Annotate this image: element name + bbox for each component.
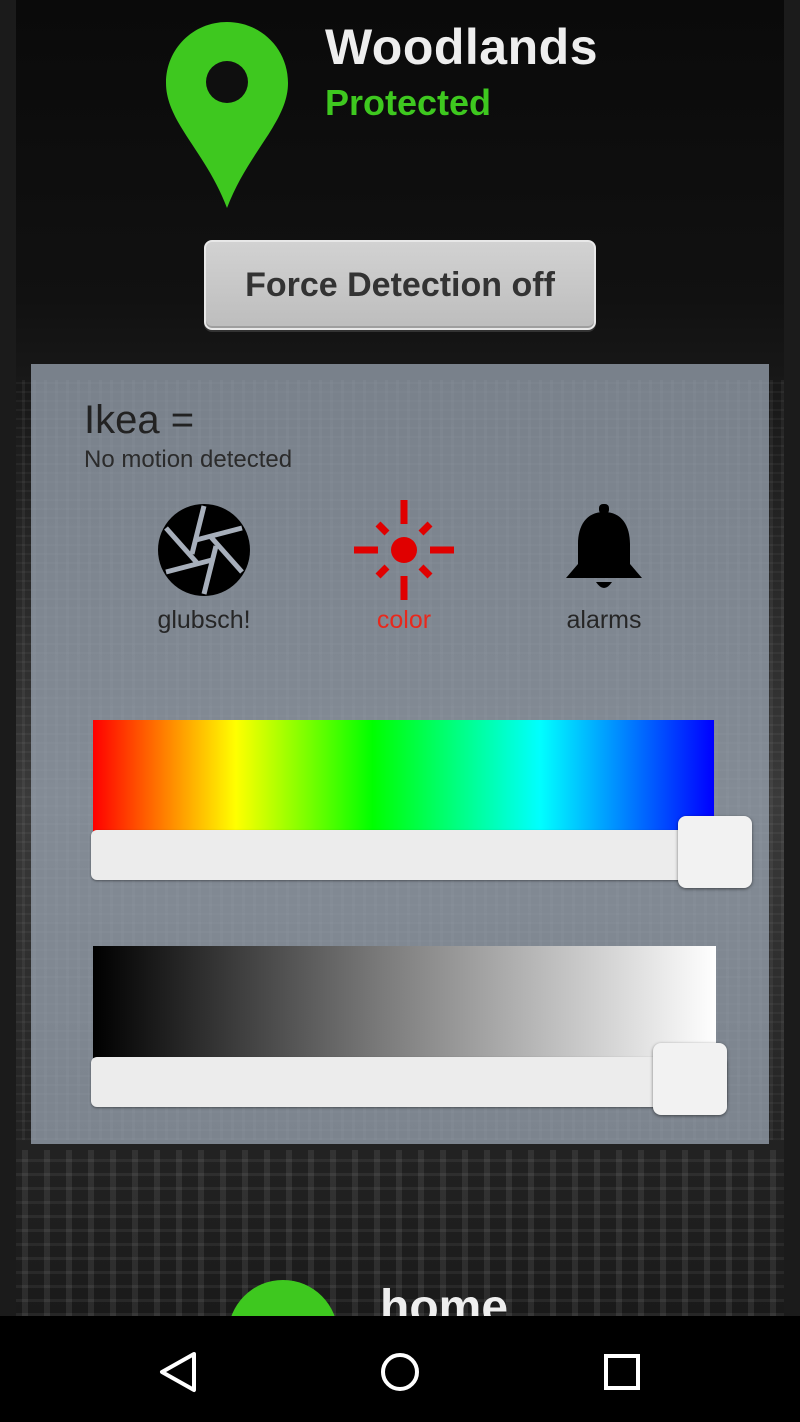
glubsch-label: glubsch! bbox=[157, 606, 251, 634]
hue-spectrum bbox=[93, 720, 714, 832]
device-panel: Ikea = No motion detected glubsch! color… bbox=[31, 364, 769, 1144]
location-status: Protected bbox=[325, 82, 492, 123]
navigation-bar bbox=[0, 1316, 800, 1422]
force-detection-button[interactable]: Force Detection off bbox=[204, 240, 596, 330]
device-status: No motion detected bbox=[84, 446, 293, 473]
hue-slider-track[interactable] bbox=[91, 830, 751, 880]
color-action[interactable]: color bbox=[324, 500, 484, 642]
color-label: color bbox=[376, 606, 432, 634]
brightness-spectrum bbox=[93, 946, 716, 1058]
brightness-slider-track[interactable] bbox=[91, 1057, 727, 1107]
right-edge bbox=[784, 0, 800, 1316]
location-pin-icon bbox=[166, 22, 288, 208]
home-circle-icon[interactable] bbox=[370, 1342, 430, 1402]
camera-aperture-icon bbox=[158, 504, 250, 596]
brightness-slider-thumb[interactable] bbox=[653, 1043, 727, 1115]
alarms-label: alarms bbox=[566, 606, 642, 634]
glubsch-action[interactable]: glubsch! bbox=[124, 502, 284, 642]
light-burst-icon bbox=[354, 500, 454, 600]
back-triangle-icon[interactable] bbox=[148, 1342, 208, 1402]
bell-icon bbox=[566, 504, 642, 588]
location-title: Woodlands bbox=[325, 19, 599, 75]
left-edge bbox=[0, 0, 16, 1316]
device-name: Ikea = bbox=[84, 398, 195, 442]
alarms-action[interactable]: alarms bbox=[524, 502, 684, 642]
hue-slider-thumb[interactable] bbox=[678, 816, 752, 888]
recents-square-icon[interactable] bbox=[592, 1342, 652, 1402]
